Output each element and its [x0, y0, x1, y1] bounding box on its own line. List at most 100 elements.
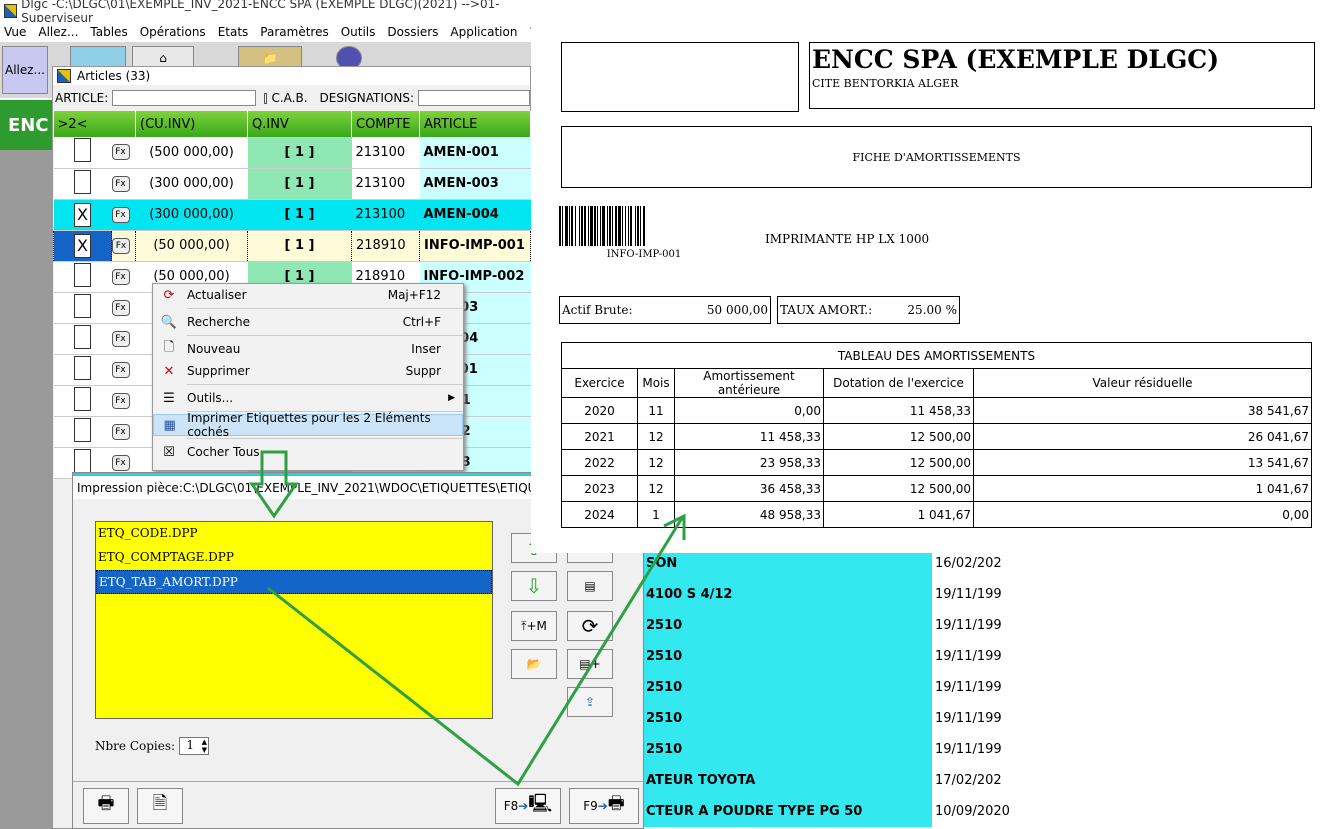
row-checkbox[interactable]	[74, 324, 91, 349]
label-file-item[interactable]: ETQ_COMPTAGE.DPP	[96, 546, 492, 570]
formula-cell[interactable]: Fx	[111, 261, 136, 293]
row-checkbox[interactable]	[74, 169, 91, 194]
row-checkbox[interactable]: X	[74, 233, 91, 258]
row-checkbox[interactable]	[74, 355, 91, 380]
list-item[interactable]: 4100 S 4/12 19/11/199	[640, 579, 1002, 610]
col-compte[interactable]: COMPTE	[351, 111, 420, 137]
formula-cell[interactable]: Fx	[111, 199, 136, 231]
formula-cell[interactable]: Fx	[111, 416, 136, 448]
formula-icon[interactable]: Fx	[111, 268, 130, 285]
goto-button[interactable]: Allez...	[2, 46, 48, 94]
formula-icon[interactable]: Fx	[111, 392, 130, 409]
menu-item-outils[interactable]: ☰ Outils... ▶	[153, 387, 463, 409]
copies-spinner[interactable]: 1 ▲ ▼	[179, 737, 210, 755]
col-check[interactable]: >2<	[53, 111, 136, 137]
list-item[interactable]: 2510 19/11/199	[640, 610, 1002, 641]
row-checkbox[interactable]	[74, 417, 91, 442]
menu-item-actualiser[interactable]: ⟳ Actualiser Maj+F12	[153, 284, 463, 306]
row-checkbox-cell[interactable]: X	[53, 229, 112, 262]
table-row[interactable]: Fx (500 000,00)[ 1 ] 213100 AMEN-001	[53, 137, 531, 169]
row-checkbox-cell[interactable]	[53, 168, 112, 200]
f9-print-button[interactable]: F9 ➔ 🖶	[569, 788, 639, 824]
label-file-list[interactable]: ETQ_CODE.DPP ETQ_COMPTAGE.DPP ETQ_TAB_AMOR…	[95, 521, 493, 719]
row-checkbox-cell[interactable]	[53, 292, 112, 324]
menu-item-recherche[interactable]: 🔍 Recherche Ctrl+F	[153, 311, 463, 333]
formula-cell[interactable]: Fx	[111, 385, 136, 417]
menu-parametres[interactable]: Paramètres	[260, 25, 328, 39]
row-checkbox[interactable]	[74, 262, 91, 287]
menu-allez[interactable]: Allez...	[38, 25, 78, 39]
preview-button[interactable]: 🗎	[137, 788, 183, 824]
menu-item-nouveau[interactable]: 🗋 Nouveau Inser	[153, 338, 463, 360]
filter-cab-checkbox[interactable]	[264, 92, 268, 104]
filter-article-input[interactable]	[112, 90, 257, 106]
row-checkbox-cell[interactable]	[53, 323, 112, 355]
printer-setup-button[interactable]: 🖶	[83, 788, 129, 824]
row-checkbox[interactable]	[74, 386, 91, 411]
row-checkbox-cell[interactable]	[53, 354, 112, 386]
formula-icon[interactable]: Fx	[111, 330, 130, 347]
f8-print-button[interactable]: F8 ➔ 🖳	[495, 788, 561, 824]
formula-cell[interactable]: Fx	[111, 292, 136, 324]
move-down-button[interactable]: ⇩	[511, 571, 557, 601]
add-form-button[interactable]: ▤+	[567, 649, 613, 679]
col-q-inv[interactable]: Q.INV	[247, 111, 352, 137]
formula-icon[interactable]: Fx	[111, 423, 130, 440]
formula-icon[interactable]: Fx	[111, 206, 130, 223]
list-item[interactable]: ATEUR TOYOTA 17/02/202	[640, 765, 1002, 796]
formula-cell[interactable]: Fx	[111, 229, 136, 262]
row-checkbox[interactable]	[74, 138, 91, 163]
goto-label: Allez...	[4, 63, 45, 77]
barcode-bar	[597, 206, 598, 246]
row-checkbox[interactable]	[74, 293, 91, 318]
row-checkbox-cell[interactable]	[53, 261, 112, 293]
col-article[interactable]: ARTICLE	[419, 111, 531, 137]
table-row: 2020 11 0,00 11 458,33 38 541,67	[561, 397, 1312, 424]
menu-tables[interactable]: Tables	[90, 25, 127, 39]
col-cu-inv[interactable]: (CU.INV)	[135, 111, 248, 137]
formula-icon[interactable]: Fx	[112, 237, 130, 254]
formula-icon[interactable]: Fx	[111, 454, 130, 471]
reload-button[interactable]: ⟳	[567, 611, 613, 641]
row-checkbox[interactable]: X	[74, 202, 91, 227]
row-checkbox-cell[interactable]	[53, 385, 112, 417]
list-item[interactable]: 2510 19/11/199	[640, 672, 1002, 703]
menu-operations[interactable]: Opérations	[140, 25, 206, 39]
table-row[interactable]: X Fx (300 000,00)[ 1 ] 213100 AMEN-004	[53, 199, 531, 231]
formula-icon[interactable]: Fx	[111, 175, 130, 192]
formula-cell[interactable]: Fx	[111, 354, 136, 386]
menu-dossiers[interactable]: Dossiers	[387, 25, 438, 39]
menu-application[interactable]: Application	[450, 25, 517, 39]
cell-article: AMEN-003	[419, 168, 531, 200]
formula-icon[interactable]: Fx	[111, 361, 130, 378]
menu-etats[interactable]: Etats	[218, 25, 249, 39]
import-m-button[interactable]: ⤒ +M	[511, 611, 557, 641]
list-item[interactable]: 2510 19/11/199	[640, 703, 1002, 734]
plus-m-label: +M	[526, 619, 547, 633]
formula-icon[interactable]: Fx	[111, 299, 130, 316]
formula-cell[interactable]: Fx	[111, 168, 136, 200]
menu-outils[interactable]: Outils	[341, 25, 376, 39]
menu-item-imprimer-etiquettes[interactable]: ▦ Imprimer Etiquettes pour les 2 Elément…	[153, 411, 463, 439]
open-folder-button[interactable]: 📂	[511, 649, 557, 679]
list-item[interactable]: 2510 19/11/199	[640, 734, 1002, 765]
list-item[interactable]: CTEUR A POUDRE TYPE PG 50 10/09/2020	[640, 796, 1010, 827]
menu-item-supprimer[interactable]: ✕ Supprimer Suppr	[153, 360, 463, 382]
row-checkbox[interactable]	[74, 448, 91, 473]
export-button[interactable]: ⇪	[567, 687, 613, 717]
table-row[interactable]: Fx (300 000,00)[ 1 ] 213100 AMEN-003	[53, 168, 531, 200]
list-item[interactable]: 2510 19/11/199	[640, 641, 1002, 672]
menu-vue[interactable]: Vue	[4, 25, 26, 39]
row-checkbox-cell[interactable]	[53, 137, 112, 169]
table-row[interactable]: X Fx (50 000,00)[ 1 ] 218910 INFO-IMP-001	[53, 229, 531, 262]
edit-form-button[interactable]: ▤	[567, 571, 613, 601]
filter-designations-input[interactable]	[418, 90, 530, 106]
formula-icon[interactable]: Fx	[111, 144, 130, 161]
formula-cell[interactable]: Fx	[111, 137, 136, 169]
menu-item-cocher-tous[interactable]: ☒ Cocher Tous	[153, 441, 463, 463]
label-file-item[interactable]: ETQ_TAB_AMORT.DPP	[96, 570, 492, 594]
row-checkbox-cell[interactable]: X	[53, 199, 112, 231]
label-file-item[interactable]: ETQ_CODE.DPP	[96, 522, 492, 546]
row-checkbox-cell[interactable]	[53, 416, 112, 448]
formula-cell[interactable]: Fx	[111, 323, 136, 355]
